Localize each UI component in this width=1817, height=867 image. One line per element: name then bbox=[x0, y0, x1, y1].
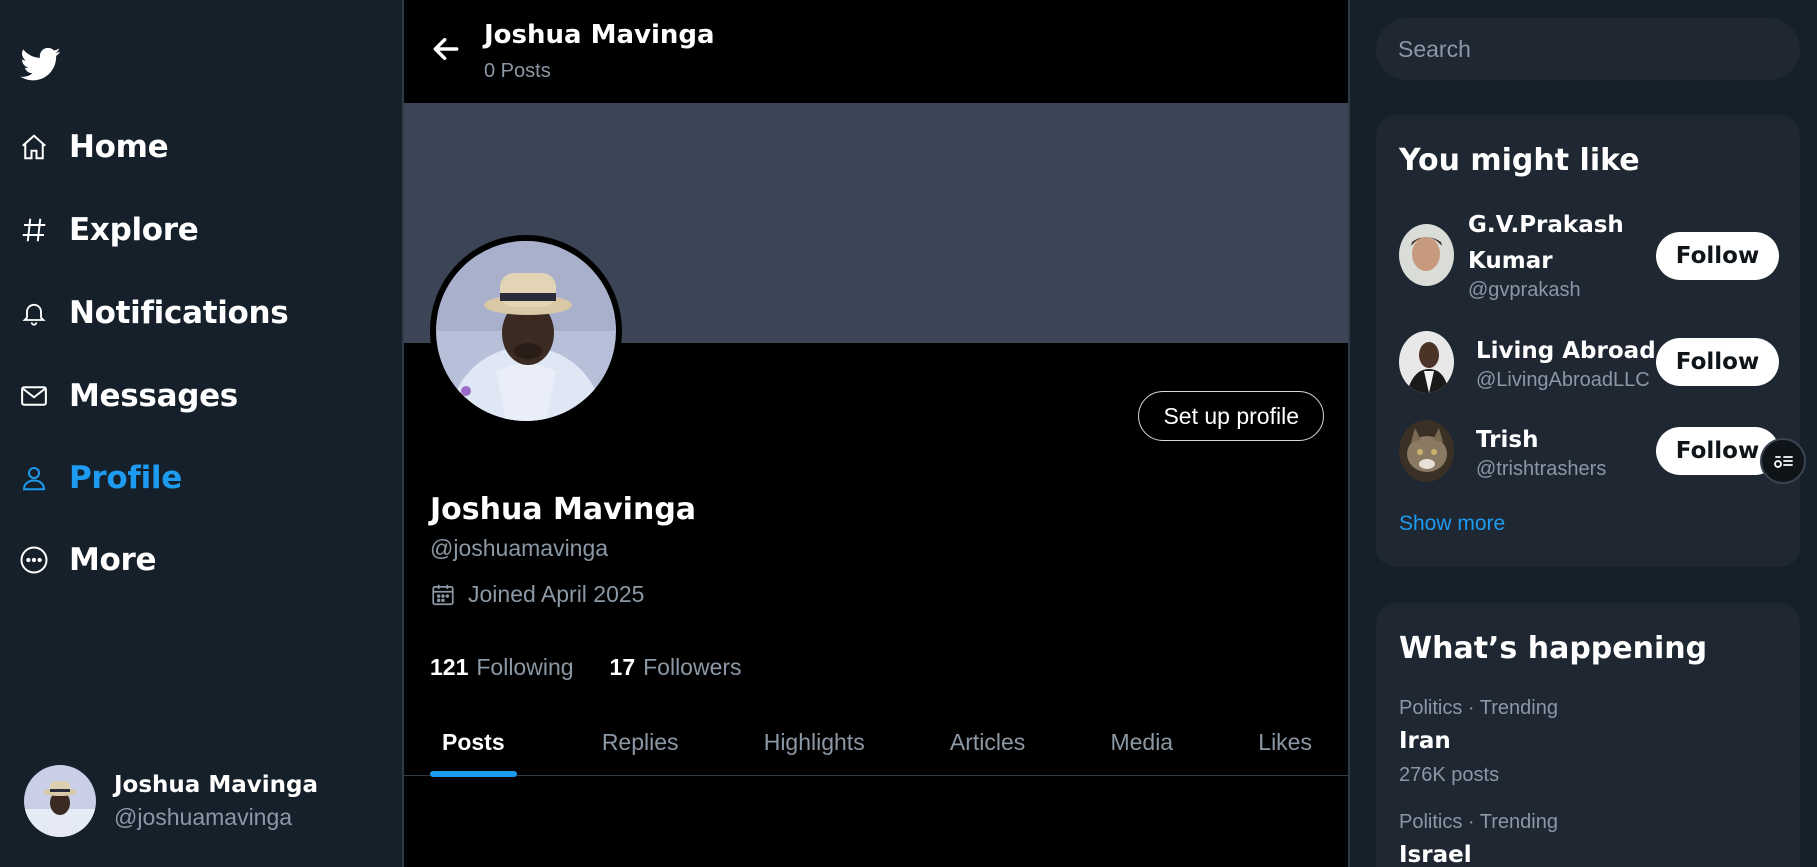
tab-highlights[interactable]: Highlights bbox=[764, 708, 865, 776]
tab-replies[interactable]: Replies bbox=[602, 708, 679, 776]
trend-title: Iran bbox=[1399, 728, 1451, 754]
set-up-profile-button[interactable]: Set up profile bbox=[1138, 391, 1324, 441]
suggestion-avatar bbox=[1399, 331, 1454, 393]
search-input[interactable]: Search bbox=[1376, 18, 1800, 80]
tab-posts[interactable]: Posts bbox=[430, 708, 517, 777]
nav-notifications[interactable]: Notifications bbox=[18, 288, 289, 338]
profile-name: Joshua Mavinga bbox=[430, 492, 697, 527]
nav-more-label: More bbox=[69, 542, 157, 578]
followers-link[interactable]: 17 Followers bbox=[610, 654, 742, 681]
suggestion-avatar bbox=[1399, 223, 1454, 286]
filter-list-icon[interactable] bbox=[1760, 438, 1806, 484]
follow-button[interactable]: Follow bbox=[1656, 338, 1779, 386]
nav-messages[interactable]: Messages bbox=[18, 371, 238, 421]
whats-happening-panel: What’s happening Politics · Trending Ira… bbox=[1376, 603, 1800, 867]
tab-likes[interactable]: Likes bbox=[1258, 708, 1312, 776]
left-sidebar: Home Explore Notifications Messages Prof… bbox=[0, 0, 402, 867]
joined-text: Joined April 2025 bbox=[468, 581, 645, 607]
header-post-count: 0 Posts bbox=[484, 60, 551, 82]
nav-messages-label: Messages bbox=[69, 378, 238, 414]
following-label: Following bbox=[476, 654, 574, 680]
account-handle: @joshuamavinga bbox=[114, 803, 293, 830]
profile-handle: @joshuamavinga bbox=[430, 535, 609, 561]
calendar-icon bbox=[430, 582, 456, 608]
suggestion-trish[interactable]: Trish @trishtrashers Follow bbox=[1399, 420, 1779, 482]
trend-item[interactable]: Politics · Trending Israel bbox=[1399, 811, 1558, 867]
follow-stats: 121 Following 17 Followers bbox=[430, 654, 778, 681]
more-circle-icon bbox=[18, 544, 50, 576]
hash-icon bbox=[18, 214, 50, 246]
trend-post-count: 276K posts bbox=[1399, 764, 1500, 786]
user-icon bbox=[18, 462, 50, 494]
suggestion-gvprakash[interactable]: G.V.Prakash Kumar @gvprakash Follow bbox=[1399, 207, 1779, 302]
profile-avatar[interactable] bbox=[430, 235, 622, 427]
account-avatar bbox=[24, 765, 96, 837]
nav-explore-label: Explore bbox=[69, 212, 199, 248]
follow-button[interactable]: Follow bbox=[1656, 232, 1779, 280]
profile-header-bar: Joshua Mavinga 0 Posts bbox=[404, 0, 1348, 103]
tab-articles[interactable]: Articles bbox=[950, 708, 1025, 776]
profile-column: Joshua Mavinga 0 Posts Set up profile Jo… bbox=[402, 0, 1350, 867]
mail-icon bbox=[18, 380, 50, 412]
trend-item[interactable]: Politics · Trending Iran 276K posts bbox=[1399, 697, 1558, 787]
nav-more[interactable]: More bbox=[18, 535, 157, 585]
trend-title: Israel bbox=[1399, 842, 1472, 867]
header-name: Joshua Mavinga bbox=[484, 20, 715, 50]
following-link[interactable]: 121 Following bbox=[430, 654, 574, 681]
suggestion-livingabroad[interactable]: Living Abroad @LivingAbroadLLC Follow bbox=[1399, 331, 1779, 393]
nav-notifications-label: Notifications bbox=[69, 295, 289, 331]
joined-date: Joined April 2025 bbox=[430, 581, 644, 608]
twitter-bird-icon[interactable] bbox=[18, 44, 64, 84]
account-name: Joshua Mavinga bbox=[114, 771, 318, 798]
who-to-follow-title: You might like bbox=[1399, 143, 1640, 178]
nav-explore[interactable]: Explore bbox=[18, 205, 199, 255]
suggestion-handle: @gvprakash bbox=[1468, 279, 1581, 301]
who-to-follow-panel: You might like G.V.Prakash Kumar @gvprak… bbox=[1376, 115, 1800, 567]
followers-label: Followers bbox=[643, 654, 742, 680]
home-icon bbox=[18, 131, 50, 163]
back-arrow-icon[interactable] bbox=[430, 33, 462, 65]
trend-meta: Politics · Trending bbox=[1399, 697, 1558, 719]
suggestion-avatar bbox=[1399, 420, 1454, 482]
show-more-link[interactable]: Show more bbox=[1399, 512, 1505, 536]
nav-home[interactable]: Home bbox=[18, 122, 169, 172]
nav-home-label: Home bbox=[69, 129, 169, 165]
profile-tabs: Posts Replies Highlights Articles Media … bbox=[404, 708, 1348, 777]
nav-profile-label: Profile bbox=[69, 460, 182, 496]
account-switcher[interactable]: Joshua Mavinga @joshuamavinga bbox=[24, 765, 318, 837]
trend-meta: Politics · Trending bbox=[1399, 811, 1558, 833]
whats-happening-title: What’s happening bbox=[1399, 631, 1708, 666]
followers-count: 17 bbox=[609, 654, 636, 680]
bell-icon bbox=[18, 297, 50, 329]
tab-media[interactable]: Media bbox=[1110, 708, 1173, 776]
following-count: 121 bbox=[430, 654, 469, 680]
nav-profile[interactable]: Profile bbox=[18, 453, 182, 503]
